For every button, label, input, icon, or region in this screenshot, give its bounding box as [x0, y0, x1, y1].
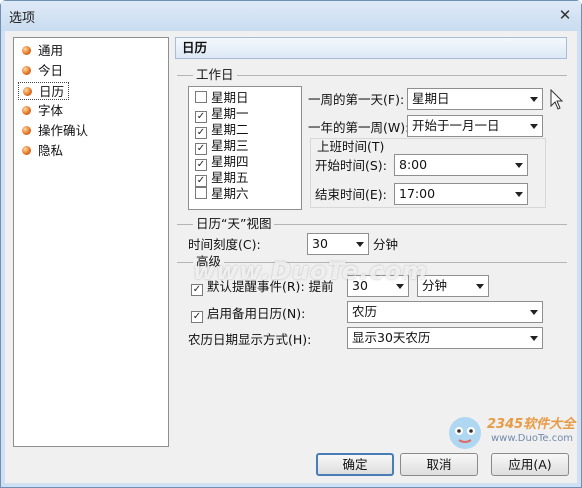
- dialog-client: 通用 今日 日历 字体 操作确认 隐私 日历 工作日 星期日 ✓ 星期一 ✓ 星期二…: [5, 31, 577, 483]
- panel-title: 日历: [175, 37, 567, 59]
- logo-brand: 2345软件大全: [487, 417, 576, 432]
- dropdown-arrow-icon: [356, 242, 364, 247]
- alt-calendar-checkbox[interactable]: ✓ 启用备用日历(N):: [191, 306, 305, 323]
- start-time-select[interactable]: 8:00: [394, 154, 528, 176]
- nav-label: 通用: [38, 43, 64, 58]
- day-checkbox[interactable]: 星期六: [195, 186, 249, 202]
- nav-label: 操作确认: [38, 123, 89, 138]
- bullet-icon: [22, 66, 31, 75]
- time-scale-select[interactable]: 30: [307, 233, 369, 255]
- nav-item-today[interactable]: 今日: [18, 62, 67, 80]
- time-scale-value: 30: [312, 236, 328, 251]
- ok-button[interactable]: 确定: [316, 453, 394, 476]
- bullet-icon: [22, 146, 31, 155]
- mascot-icon: [449, 417, 481, 449]
- workday-list: 星期日 ✓ 星期一 ✓ 星期二 ✓ 星期三 ✓ 星期四 ✓ 星期五 星期六: [188, 86, 302, 210]
- first-day-label: 一周的第一天(F):: [308, 92, 405, 107]
- day-checkbox[interactable]: 星期日: [195, 90, 249, 106]
- bullet-icon: [22, 106, 31, 115]
- options-dialog: 选项 ✕ 通用 今日 日历 字体 操作确认 隐私 日历 工作日 星期日 ✓ 星期一…: [0, 0, 582, 488]
- bullet-icon: [23, 87, 32, 96]
- day-label: 星期五: [211, 170, 249, 185]
- checkbox-icon: [195, 91, 207, 103]
- alt-calendar-select[interactable]: 农历: [347, 301, 543, 323]
- dropdown-arrow-icon: [530, 97, 538, 102]
- first-day-value: 星期日: [412, 91, 450, 106]
- first-day-select[interactable]: 星期日: [407, 88, 543, 110]
- checkbox-icon: ✓: [191, 311, 203, 323]
- nav-label: 今日: [38, 63, 64, 78]
- day-checkbox[interactable]: ✓ 星期一: [195, 106, 249, 123]
- end-time-select[interactable]: 17:00: [394, 183, 528, 205]
- day-checkbox[interactable]: ✓ 星期三: [195, 138, 249, 155]
- dropdown-arrow-icon: [530, 336, 538, 341]
- close-button[interactable]: ✕: [553, 5, 577, 25]
- day-label: 星期一: [211, 106, 249, 121]
- logo-url: www.DuoTe.com: [491, 433, 574, 444]
- lunar-mode-select[interactable]: 显示30天农历: [347, 327, 543, 349]
- end-time-value: 17:00: [399, 186, 436, 201]
- day-label: 星期四: [211, 154, 249, 169]
- workday-group-label: 工作日: [193, 68, 237, 82]
- nav-item-confirm[interactable]: 操作确认: [18, 122, 92, 140]
- nav-item-font[interactable]: 字体: [18, 102, 67, 120]
- dropdown-arrow-icon: [515, 192, 523, 197]
- start-time-value: 8:00: [399, 157, 428, 172]
- nav-item-general[interactable]: 通用: [18, 42, 67, 60]
- start-time-label: 开始时间(S):: [315, 158, 387, 173]
- time-scale-unit: 分钟: [373, 237, 399, 252]
- lunar-mode-value: 显示30天农历: [352, 330, 431, 345]
- day-label: 星期二: [211, 122, 249, 137]
- window-title: 选项: [9, 11, 36, 26]
- category-list: 通用 今日 日历 字体 操作确认 隐私: [13, 37, 169, 447]
- first-week-select[interactable]: 开始于一月一日: [407, 115, 543, 137]
- mouse-cursor-icon: [550, 89, 564, 110]
- day-label: 星期日: [211, 90, 249, 105]
- bullet-icon: [22, 126, 31, 135]
- dropdown-arrow-icon: [530, 124, 538, 129]
- nav-item-calendar[interactable]: 日历: [18, 82, 70, 100]
- day-checkbox[interactable]: ✓ 星期五: [195, 170, 249, 187]
- time-scale-label: 时间刻度(C):: [188, 237, 261, 252]
- day-view-group-label: 日历“天”视图: [193, 217, 275, 231]
- watermark-text: www.DuoTe.com: [193, 257, 428, 285]
- first-week-value: 开始于一月一日: [412, 118, 500, 133]
- cancel-button[interactable]: 取消: [400, 453, 478, 476]
- dropdown-arrow-icon: [530, 310, 538, 315]
- checkbox-icon: [195, 187, 207, 199]
- checkbox-icon: ✓: [191, 284, 203, 296]
- day-label: 星期三: [211, 138, 249, 153]
- apply-button[interactable]: 应用(A): [491, 453, 569, 476]
- work-time-label: 上班时间(T): [315, 139, 387, 155]
- day-checkbox[interactable]: ✓ 星期二: [195, 122, 249, 139]
- day-label: 星期六: [211, 186, 249, 201]
- nav-label: 隐私: [38, 143, 64, 158]
- nav-label: 字体: [38, 103, 64, 118]
- lunar-mode-label: 农历日期显示方式(H):: [188, 332, 312, 347]
- alt-calendar-label: 启用备用日历(N):: [207, 306, 306, 321]
- day-checkbox[interactable]: ✓ 星期四: [195, 154, 249, 171]
- end-time-label: 结束时间(E):: [315, 187, 387, 202]
- first-week-label: 一年的第一周(W):: [308, 120, 410, 135]
- nav-item-privacy[interactable]: 隐私: [18, 142, 67, 160]
- dropdown-arrow-icon: [515, 163, 523, 168]
- alt-calendar-value: 农历: [352, 304, 378, 319]
- dropdown-arrow-icon: [476, 284, 484, 289]
- close-icon: ✕: [558, 6, 572, 24]
- title-bar[interactable]: 选项 ✕: [1, 1, 581, 31]
- bullet-icon: [22, 46, 31, 55]
- nav-label: 日历: [39, 84, 65, 99]
